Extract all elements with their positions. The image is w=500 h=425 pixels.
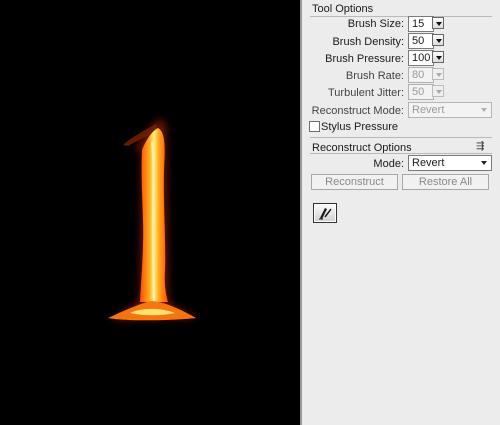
stylus-pressure-checkbox[interactable] (309, 121, 320, 132)
restore-all-button[interactable]: Restore All (402, 174, 489, 190)
brush-pressure-field[interactable]: 100 (408, 50, 434, 66)
options-panel: Tool Options Brush Size: 15 Brush Densit… (302, 0, 500, 425)
brush-rate-field: 80 (408, 67, 434, 83)
fire-numeral-image (108, 118, 198, 321)
turbulent-jitter-field: 50 (408, 84, 434, 100)
mode-value: Revert (412, 157, 445, 169)
chevron-down-icon (481, 161, 487, 165)
brush-size-dropdown-icon[interactable] (432, 17, 444, 29)
brush-size-field[interactable]: 15 (408, 16, 434, 32)
tool-options-separator (310, 16, 492, 17)
reconstruct-mode-value: Revert (412, 104, 445, 116)
stylus-pressure-label[interactable]: Stylus Pressure (321, 121, 398, 133)
panel-menu-icon[interactable]: ⇶ (476, 141, 484, 152)
reconstruct-tool-button[interactable] (313, 203, 337, 223)
brush-density-label: Brush Density: (332, 36, 404, 48)
brush-size-label: Brush Size: (347, 18, 404, 30)
mode-label: Mode: (373, 158, 404, 170)
brush-pressure-label: Brush Pressure: (325, 53, 404, 65)
tool-options-title: Tool Options (312, 3, 374, 15)
brush-density-field[interactable]: 50 (408, 33, 434, 49)
brush-rate-label: Brush Rate: (345, 70, 404, 82)
brush-density-dropdown-icon[interactable] (432, 34, 444, 46)
brush-pressure-dropdown-icon[interactable] (432, 51, 444, 63)
mode-select[interactable]: Revert (408, 155, 492, 171)
turbulent-jitter-label: Turbulent Jitter: (327, 87, 404, 99)
canvas-preview[interactable] (0, 0, 300, 425)
turbulent-jitter-dropdown-icon (432, 85, 444, 97)
reconstruct-options-separator (310, 153, 492, 154)
brush-rate-dropdown-icon (432, 68, 444, 80)
section-separator (310, 137, 492, 138)
reconstruct-mode-label: Reconstruct Mode: (311, 105, 404, 117)
reconstruct-tool-icon (319, 208, 332, 220)
reconstruct-mode-select: Revert (408, 102, 492, 118)
chevron-down-icon (481, 108, 487, 112)
reconstruct-button[interactable]: Reconstruct (311, 174, 398, 190)
